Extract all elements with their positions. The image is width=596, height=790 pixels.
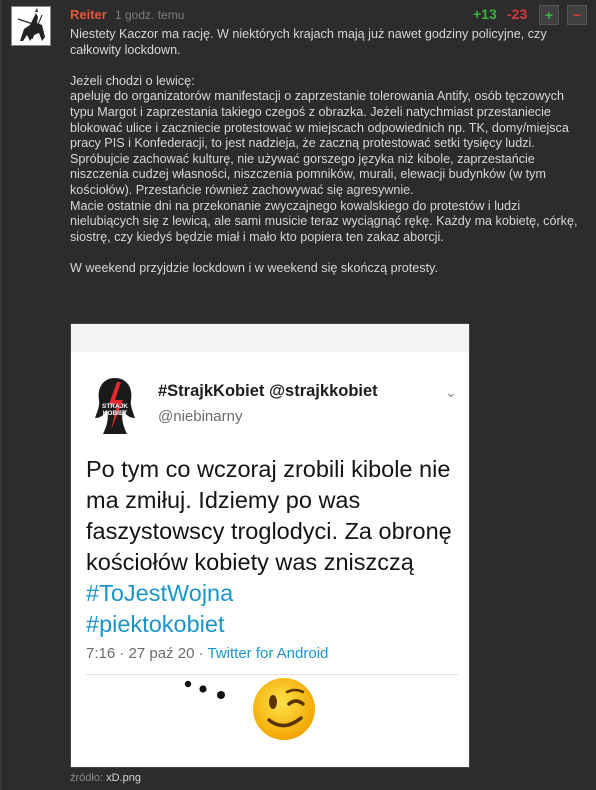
tweet-author-handle: @niebinarny xyxy=(158,408,243,425)
source-link[interactable]: xD.png xyxy=(106,772,141,784)
votes-plus-count: +13 xyxy=(473,6,497,22)
hashtag: #ToJestWojna xyxy=(86,580,234,606)
downvote-button[interactable]: − xyxy=(567,5,587,25)
comment-body: Niestety Kaczor ma rację. W niektórych k… xyxy=(70,27,590,277)
dots-icon xyxy=(184,680,225,699)
tweet-author-name: #StrajkKobiet @strajkkobiet xyxy=(158,382,378,400)
comment-timestamp: 1 godz. temu xyxy=(115,8,185,22)
comment-paragraph: Jeżeli chodzi o lewicę: xyxy=(70,73,195,88)
votes-minus-count: -23 xyxy=(507,6,528,22)
avatar[interactable] xyxy=(11,6,51,46)
author-name[interactable]: Reiter xyxy=(70,7,107,22)
knight-avatar-icon xyxy=(12,7,50,45)
hashtag: #piektokobiet xyxy=(86,611,225,637)
plus-icon: + xyxy=(544,7,554,23)
logo-text: STRAJK xyxy=(102,403,128,410)
logo-text: KOBIET xyxy=(103,410,128,417)
comment-paragraph: Macie ostatnie dni na przekonanie zwycza… xyxy=(70,198,578,244)
screenshot-status-bar xyxy=(71,324,469,352)
comment-paragraph: W weekend przyjdzie lockdown i w weekend… xyxy=(70,260,438,275)
winking-face-emoji-icon xyxy=(253,678,315,740)
image-source: źródło: xD.png xyxy=(70,772,141,784)
comment-paragraph: apeluję do organizatorów manifestacji o … xyxy=(70,89,569,197)
tweet-meta: 7:16 · 27 paź 20 · Twitter for Android xyxy=(86,645,328,662)
strajk-kobiet-logo-icon: STRAJK KOBIET xyxy=(95,378,135,434)
comment: Reiter 1 godz. temu +13 -23 + − Niestety… xyxy=(0,0,596,790)
chevron-down-icon: ⌄ xyxy=(445,384,457,400)
divider xyxy=(86,674,458,675)
minus-icon: − xyxy=(572,7,582,23)
tweet-text: Po tym co wczoraj zrobili kibole nie ma … xyxy=(86,454,466,640)
tweet-text-body: Po tym co wczoraj zrobili kibole nie ma … xyxy=(86,456,452,575)
upvote-button[interactable]: + xyxy=(539,5,559,25)
tweet-timestamp: 7:16 · 27 paź 20 · xyxy=(86,645,208,662)
tweet-client: Twitter for Android xyxy=(207,645,329,662)
source-label: źródło: xyxy=(70,772,104,784)
embedded-image[interactable]: STRAJK KOBIET #StrajkKobiet @strajkkobie… xyxy=(70,323,470,768)
comment-paragraph: Niestety Kaczor ma rację. W niektórych k… xyxy=(70,27,547,57)
